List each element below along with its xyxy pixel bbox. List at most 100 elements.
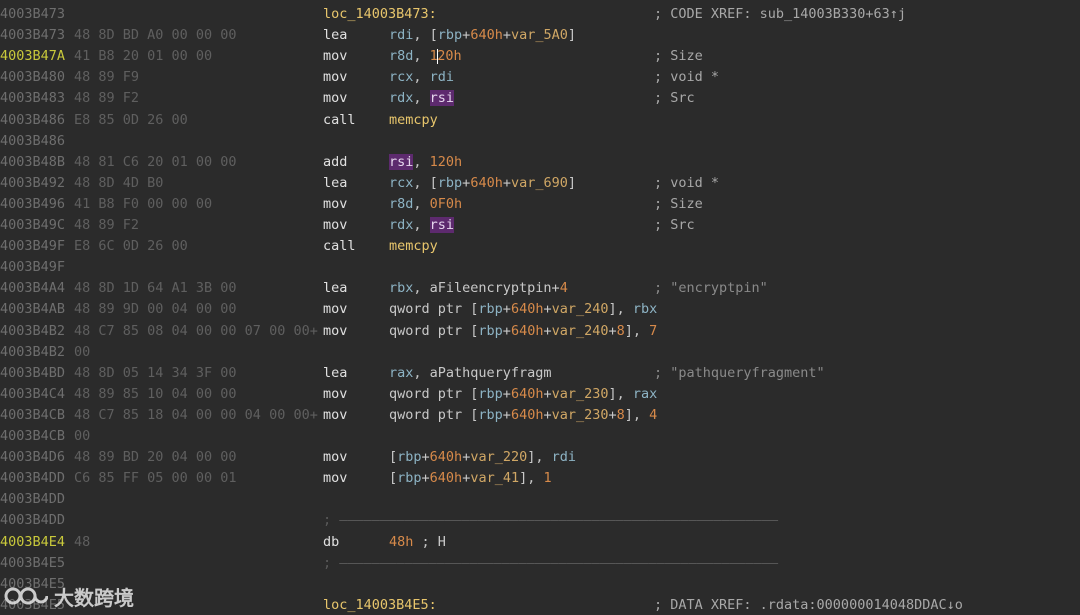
stack-variable[interactable]: var_240: [552, 323, 609, 339]
mnemonic[interactable]: mov: [323, 468, 347, 489]
address[interactable]: 4003B4A4: [0, 278, 65, 299]
address[interactable]: 4003B48B: [0, 152, 65, 173]
immediate-value[interactable]: 640h: [511, 407, 544, 423]
disasm-line[interactable]: 4003B4D6 48 89 BD 20 04 00 00 mov [rbp+640h…: [0, 447, 1080, 468]
address[interactable]: 4003B4C4: [0, 384, 65, 405]
stack-variable[interactable]: var_240: [552, 301, 609, 317]
operands[interactable]: 48h ; H: [389, 532, 446, 553]
disasm-line[interactable]: 4003B496 41 B8 F0 00 00 00 mov r8d, 0F0h ; S…: [0, 194, 1080, 215]
operands[interactable]: qword ptr [rbp+640h+var_230], rax: [389, 384, 657, 405]
immediate-value[interactable]: 8: [617, 407, 625, 423]
stack-variable[interactable]: var_690: [511, 175, 568, 191]
operands[interactable]: r8d, 0F0h: [389, 194, 462, 215]
address[interactable]: 4003B4DD: [0, 510, 65, 531]
immediate-value[interactable]: 7: [649, 323, 657, 339]
register[interactable]: rax: [389, 365, 413, 381]
mnemonic[interactable]: call: [323, 236, 356, 257]
register[interactable]: rbp: [478, 407, 502, 423]
immediate-value[interactable]: 4: [649, 407, 657, 423]
mnemonic[interactable]: mov: [323, 299, 347, 320]
register[interactable]: rdx: [389, 90, 413, 106]
address[interactable]: 4003B496: [0, 194, 65, 215]
register[interactable]: rbp: [478, 323, 502, 339]
mnemonic[interactable]: mov: [323, 67, 347, 88]
immediate-value[interactable]: 640h: [430, 449, 463, 465]
address[interactable]: 4003B4B2: [0, 321, 65, 342]
register[interactable]: rdi: [389, 27, 413, 43]
disasm-line[interactable]: 4003B483 48 89 F2 mov rdx, rsi ; Src: [0, 88, 1080, 109]
mnemonic[interactable]: mov: [323, 215, 347, 236]
code-label[interactable]: loc_14003B473:: [323, 4, 437, 25]
function-name[interactable]: memcpy: [389, 238, 438, 254]
address[interactable]: 4003B49F: [0, 236, 65, 257]
operands[interactable]: rsi, 120h: [389, 152, 462, 173]
mnemonic[interactable]: mov: [323, 447, 347, 468]
register[interactable]: rdi: [552, 449, 576, 465]
disasm-line[interactable]: 4003B486: [0, 131, 1080, 152]
address[interactable]: 4003B47A: [0, 46, 65, 67]
register[interactable]: r8d: [389, 196, 413, 212]
address[interactable]: 4003B473: [0, 4, 65, 25]
register[interactable]: rbp: [397, 449, 421, 465]
address[interactable]: 4003B473: [0, 25, 65, 46]
register[interactable]: rcx: [389, 69, 413, 85]
address[interactable]: 4003B4B2: [0, 342, 65, 363]
register[interactable]: rbp: [397, 470, 421, 486]
register[interactable]: rbp: [438, 27, 462, 43]
disasm-line[interactable]: 4003B473 loc_14003B473: ; CODE XREF: sub_1…: [0, 4, 1080, 25]
register[interactable]: rdx: [389, 217, 413, 233]
address[interactable]: 4003B480: [0, 67, 65, 88]
immediate-value[interactable]: 0F0h: [430, 196, 463, 212]
operands[interactable]: [rbp+640h+var_220], rdi: [389, 447, 576, 468]
register-highlighted[interactable]: rsi: [429, 90, 455, 107]
mnemonic[interactable]: call: [323, 110, 356, 131]
disasm-line[interactable]: 4003B4BD 48 8D 05 14 34 3F 00 lea rax, aPat…: [0, 363, 1080, 384]
operands[interactable]: rdx, rsi: [389, 88, 455, 109]
disasm-line[interactable]: 4003B49C 48 89 F2 mov rdx, rsi ; Src: [0, 215, 1080, 236]
immediate-value[interactable]: 640h: [430, 470, 463, 486]
disasm-line[interactable]: 4003B480 48 89 F9 mov rcx, rdi ; void *: [0, 67, 1080, 88]
address[interactable]: 4003B486: [0, 131, 65, 152]
disasm-line[interactable]: 4003B4A4 48 8D 1D 64 A1 3B 00 lea rbx, aFil…: [0, 278, 1080, 299]
disassembly-view[interactable]: 4003B473 loc_14003B473: ; CODE XREF: sub_1…: [0, 0, 1080, 615]
disasm-line[interactable]: 4003B4E5 ; ——————————————————————————————…: [0, 553, 1080, 574]
disasm-line[interactable]: 4003B4AB 48 89 9D 00 04 00 00 mov qword ptr…: [0, 299, 1080, 320]
address[interactable]: 4003B4E5: [0, 553, 65, 574]
disasm-line[interactable]: 4003B47A 41 B8 20 01 00 00 mov r8d, 120h ; S…: [0, 46, 1080, 67]
operands[interactable]: qword ptr [rbp+640h+var_240], rbx: [389, 299, 657, 320]
operands[interactable]: qword ptr [rbp+640h+var_240+8], 7: [389, 321, 657, 342]
disasm-line[interactable]: 4003B4C4 48 89 85 10 04 00 00 mov qword ptr…: [0, 384, 1080, 405]
immediate-value[interactable]: 4: [560, 280, 568, 296]
mnemonic[interactable]: mov: [323, 405, 347, 426]
mnemonic[interactable]: lea: [323, 278, 347, 299]
mnemonic[interactable]: lea: [323, 25, 347, 46]
mnemonic[interactable]: lea: [323, 363, 347, 384]
disasm-line[interactable]: 4003B473 48 8D BD A0 00 00 00 lea rdi, [rbp…: [0, 25, 1080, 46]
mnemonic[interactable]: mov: [323, 384, 347, 405]
disasm-line[interactable]: 4003B4B2 48 C7 85 08 04 00 00 07 00 00+ mo…: [0, 321, 1080, 342]
address[interactable]: 4003B49C: [0, 215, 65, 236]
register[interactable]: rbx: [389, 280, 413, 296]
disasm-line[interactable]: 4003B4E4 48 db 48h ; H: [0, 532, 1080, 553]
disasm-line[interactable]: 4003B4E5: [0, 574, 1080, 595]
stack-variable[interactable]: var_230: [552, 386, 609, 402]
function-name[interactable]: memcpy: [389, 112, 438, 128]
mnemonic[interactable]: mov: [323, 46, 347, 67]
address[interactable]: 4003B49F: [0, 257, 65, 278]
immediate-value[interactable]: 640h: [511, 386, 544, 402]
operands[interactable]: rcx, rdi: [389, 67, 454, 88]
register[interactable]: rdi: [430, 69, 454, 85]
operands[interactable]: memcpy: [389, 236, 438, 257]
disasm-line[interactable]: 4003B4DD C6 85 FF 05 00 00 01 mov [rbp+640h…: [0, 468, 1080, 489]
stack-variable[interactable]: var_230: [552, 407, 609, 423]
immediate-value[interactable]: 640h: [511, 301, 544, 317]
register-highlighted[interactable]: rsi: [429, 217, 455, 233]
register[interactable]: rbx: [633, 301, 657, 317]
immediate-value[interactable]: 640h: [470, 27, 503, 43]
address[interactable]: 4003B4D6: [0, 447, 65, 468]
operands[interactable]: r8d, 120h: [389, 46, 462, 67]
address[interactable]: 4003B486: [0, 110, 65, 131]
register[interactable]: rcx: [389, 175, 413, 191]
mnemonic[interactable]: mov: [323, 88, 347, 109]
address[interactable]: 4003B492: [0, 173, 65, 194]
